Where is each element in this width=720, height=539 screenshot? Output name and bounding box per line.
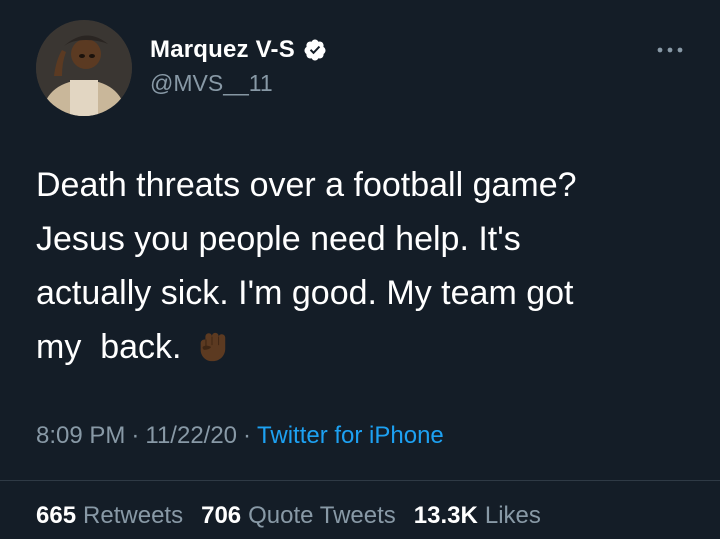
more-options-button[interactable] (654, 40, 686, 60)
handle[interactable]: @MVS__11 (150, 70, 327, 97)
quote-tweets-stat[interactable]: 706 Quote Tweets (201, 502, 396, 530)
quote-tweets-count: 706 (201, 502, 242, 529)
name-row: Marquez V-S (150, 34, 327, 66)
tweet-time[interactable]: 8:09 PM (36, 422, 125, 450)
avatar-image (36, 20, 132, 116)
tweet-meta: 8:09 PM · 11/22/20 · Twitter for iPhone (36, 422, 444, 450)
tweet-line: actually sick. I'm good. My team got (36, 274, 574, 312)
retweets-label: Retweets (83, 502, 184, 529)
tweet-line: Death threats over a football game? (36, 166, 577, 204)
tweet-card: Marquez V-S @MVS__11 Death threats over … (0, 0, 720, 539)
likes-count: 13.3K (413, 502, 478, 529)
tweet-line: my back. (36, 328, 191, 366)
tweet-line: Jesus you people need help. It's (36, 220, 521, 258)
divider (0, 480, 720, 481)
verified-badge-icon (304, 39, 326, 61)
likes-stat[interactable]: 13.3K Likes (414, 502, 541, 530)
meta-separator: · (243, 422, 252, 449)
quote-tweets-label: Quote Tweets (248, 502, 396, 529)
tweet-stats: 665 Retweets 706 Quote Tweets 13.3K Like… (36, 502, 541, 530)
retweets-count: 665 (36, 502, 77, 529)
avatar[interactable] (36, 20, 132, 116)
more-options-icon (657, 47, 683, 53)
tweet-date[interactable]: 11/22/20 (145, 422, 237, 450)
tweet-text: Death threats over a football game? Jesu… (36, 158, 696, 374)
raised-fist-emoji-icon (200, 332, 226, 362)
tweet-source-link[interactable]: Twitter for iPhone (257, 422, 444, 450)
meta-separator: · (131, 422, 140, 449)
author-block: Marquez V-S @MVS__11 (150, 34, 327, 97)
display-name[interactable]: Marquez V-S (150, 36, 295, 64)
retweets-stat[interactable]: 665 Retweets (36, 502, 183, 530)
likes-label: Likes (484, 502, 541, 529)
